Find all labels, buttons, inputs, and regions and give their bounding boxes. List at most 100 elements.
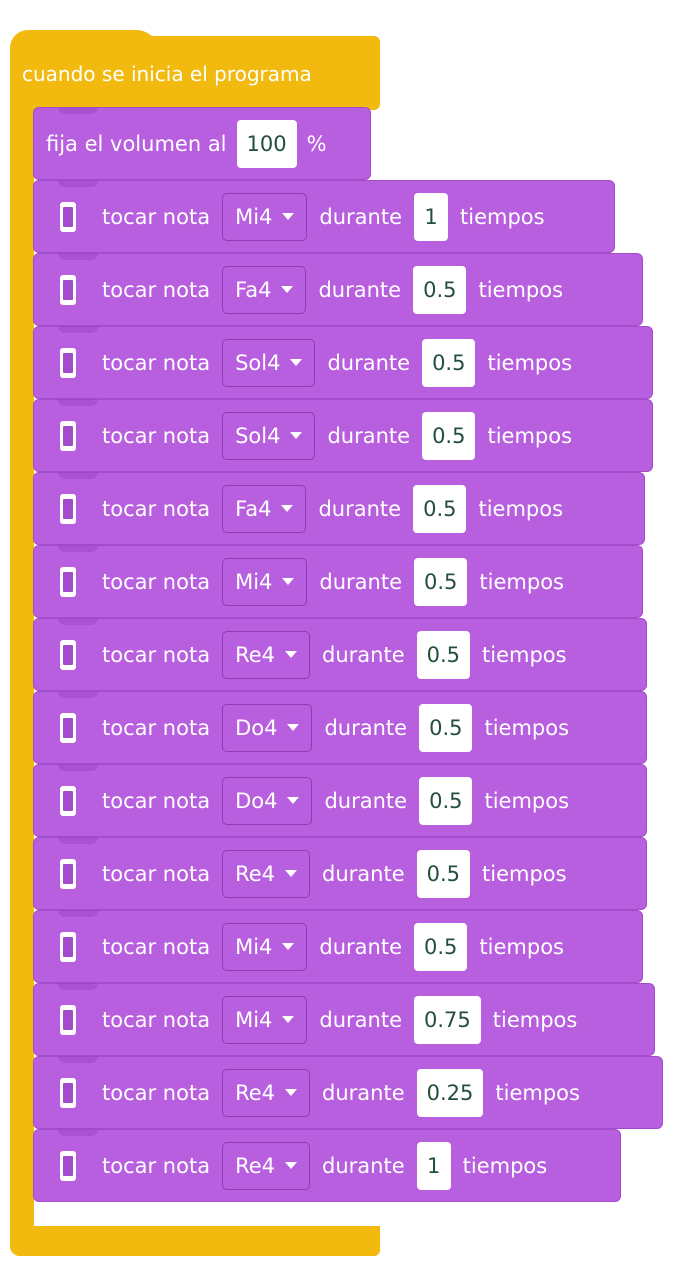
note-dropdown[interactable]: Re4 [222, 1141, 311, 1190]
device-icon [60, 566, 76, 597]
note-dropdown[interactable]: Re4 [222, 849, 311, 898]
beats-input[interactable]: 0.75 [414, 995, 481, 1044]
beats-unit-label: tiempos [492, 1007, 578, 1032]
note-dropdown[interactable]: Re4 [222, 1068, 311, 1117]
during-label: durante [319, 204, 403, 229]
note-dropdown[interactable]: Sol4 [222, 411, 316, 460]
play-note-block[interactable]: tocar nota Do4 durante 0.5 tiempos [33, 691, 647, 764]
play-note-block[interactable]: tocar nota Sol4 durante 0.5 tiempos [33, 399, 653, 472]
note-dropdown[interactable]: Do4 [222, 703, 313, 752]
set-volume-label: fija el volumen al [46, 131, 227, 156]
beats-input[interactable]: 0.5 [413, 265, 467, 314]
caret-down-icon [285, 651, 298, 658]
note-dropdown[interactable]: Mi4 [222, 995, 308, 1044]
during-label: durante [322, 1153, 405, 1178]
device-icon [60, 493, 76, 524]
play-note-block[interactable]: tocar nota Re4 durante 1 tiempos [33, 1129, 621, 1202]
note-dropdown[interactable]: Fa4 [222, 265, 307, 314]
beats-unit-label: tiempos [484, 788, 570, 813]
beats-input[interactable]: 1 [414, 192, 449, 241]
play-note-label: tocar nota [102, 496, 211, 521]
caret-down-icon [282, 213, 295, 220]
beats-input[interactable]: 0.5 [422, 338, 476, 387]
note-dropdown[interactable]: Mi4 [222, 192, 308, 241]
event-block-header[interactable]: cuando se inicia el programa [10, 30, 380, 110]
play-note-block[interactable]: tocar nota Do4 durante 0.5 tiempos [33, 764, 647, 837]
caret-down-icon [281, 286, 294, 293]
during-label: durante [324, 715, 408, 740]
note-dropdown[interactable]: Sol4 [222, 338, 316, 387]
caret-down-icon [282, 1016, 295, 1023]
beats-input[interactable]: 1 [416, 1141, 451, 1190]
beats-unit-label: tiempos [495, 1080, 580, 1105]
play-note-block[interactable]: tocar nota Re4 durante 0.5 tiempos [33, 618, 647, 691]
beats-unit-label: tiempos [478, 496, 564, 521]
volume-value-input[interactable]: 100 [236, 119, 297, 168]
note-value: Fa4 [235, 277, 272, 302]
play-note-block[interactable]: tocar nota Re4 durante 0.25 tiempos [33, 1056, 663, 1129]
note-value: Do4 [235, 788, 278, 813]
during-label: durante [327, 350, 411, 375]
during-label: durante [322, 861, 405, 886]
beats-input[interactable]: 0.5 [416, 630, 471, 679]
note-value: Re4 [235, 1153, 276, 1178]
note-dropdown[interactable]: Re4 [222, 630, 311, 679]
note-dropdown[interactable]: Do4 [222, 776, 313, 825]
set-volume-block[interactable]: fija el volumen al 100 % [33, 107, 371, 180]
device-icon [60, 201, 76, 232]
play-note-block[interactable]: tocar nota Mi4 durante 0.5 tiempos [33, 545, 643, 618]
caret-down-icon [287, 724, 300, 731]
caret-down-icon [287, 797, 300, 804]
beats-input[interactable]: 0.5 [419, 703, 473, 752]
beats-unit-label: tiempos [479, 934, 564, 959]
play-note-label: tocar nota [102, 642, 211, 667]
event-block-label: cuando se inicia el programa [22, 62, 312, 86]
caret-down-icon [285, 1162, 298, 1169]
caret-down-icon [282, 578, 295, 585]
note-dropdown[interactable]: Mi4 [222, 557, 308, 606]
device-icon [60, 858, 76, 889]
play-note-block[interactable]: tocar nota Fa4 durante 0.5 tiempos [33, 472, 645, 545]
event-block-footer [10, 1226, 380, 1256]
play-note-label: tocar nota [102, 1007, 211, 1032]
note-dropdown[interactable]: Mi4 [222, 922, 308, 971]
beats-input[interactable]: 0.25 [416, 1068, 484, 1117]
caret-down-icon [281, 505, 294, 512]
beats-input[interactable]: 0.5 [414, 557, 468, 606]
play-note-block[interactable]: tocar nota Re4 durante 0.5 tiempos [33, 837, 647, 910]
during-label: durante [322, 1080, 405, 1105]
note-value: Sol4 [235, 350, 281, 375]
play-note-label: tocar nota [102, 569, 211, 594]
note-value: Mi4 [235, 934, 273, 959]
device-icon [60, 931, 76, 962]
play-note-block[interactable]: tocar nota Mi4 durante 1 tiempos [33, 180, 615, 253]
play-note-block[interactable]: tocar nota Mi4 durante 0.5 tiempos [33, 910, 643, 983]
play-note-block[interactable]: tocar nota Fa4 durante 0.5 tiempos [33, 253, 643, 326]
during-label: durante [319, 1007, 403, 1032]
during-label: durante [322, 642, 405, 667]
beats-input[interactable]: 0.5 [422, 411, 476, 460]
note-dropdown[interactable]: Fa4 [222, 484, 307, 533]
play-note-label: tocar nota [102, 277, 211, 302]
beats-input[interactable]: 0.5 [419, 776, 473, 825]
beats-input[interactable]: 0.5 [414, 922, 468, 971]
play-note-label: tocar nota [102, 423, 211, 448]
beats-input[interactable]: 0.5 [413, 484, 467, 533]
beats-unit-label: tiempos [487, 423, 573, 448]
device-icon [60, 274, 76, 305]
beats-input[interactable]: 0.5 [416, 849, 471, 898]
device-icon [60, 420, 76, 451]
play-note-label: tocar nota [102, 1153, 211, 1178]
beats-unit-label: tiempos [482, 642, 567, 667]
play-note-label: tocar nota [102, 934, 211, 959]
note-value: Re4 [235, 642, 276, 667]
volume-unit-label: % [306, 131, 327, 156]
play-note-block[interactable]: tocar nota Sol4 durante 0.5 tiempos [33, 326, 653, 399]
play-note-block[interactable]: tocar nota Mi4 durante 0.75 tiempos [33, 983, 655, 1056]
device-icon [60, 785, 76, 816]
note-value: Fa4 [235, 496, 272, 521]
note-value: Mi4 [235, 569, 273, 594]
beats-unit-label: tiempos [484, 715, 570, 740]
play-note-label: tocar nota [102, 1080, 211, 1105]
note-blocks: tocar nota Mi4 durante 1 tiempos tocar nota Fa… [33, 180, 673, 1202]
